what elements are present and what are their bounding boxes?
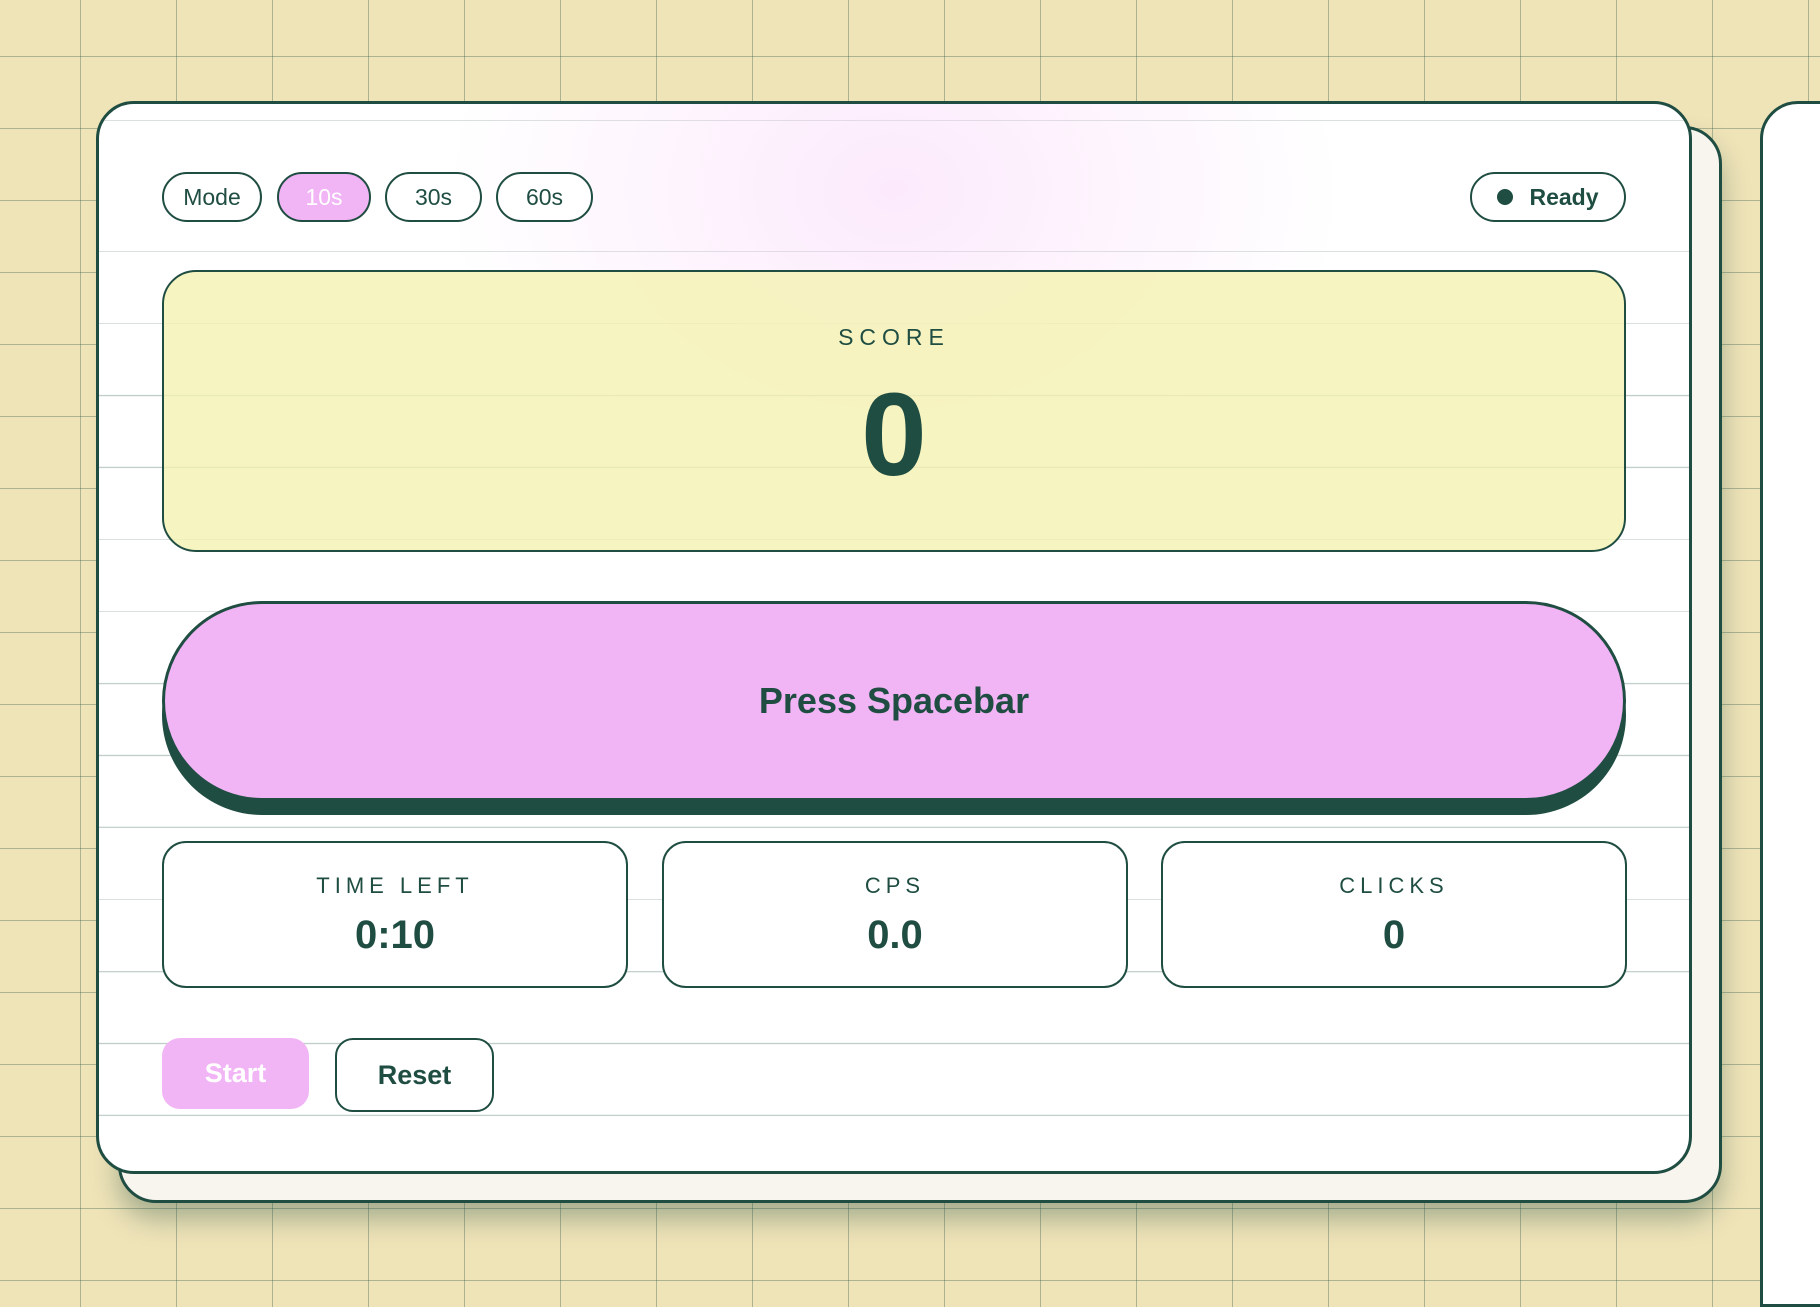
press-spacebar-button[interactable]: Press Spacebar: [162, 601, 1626, 801]
status-dot-icon: [1497, 189, 1514, 205]
time-left-value: 0:10: [354, 913, 436, 957]
clicks-stat: CLICKS 0: [1161, 841, 1627, 988]
score-value: 0: [861, 369, 927, 501]
mode-option-30s[interactable]: 30s: [385, 172, 482, 222]
start-button[interactable]: Start: [162, 1038, 309, 1109]
cps-label: CPS: [864, 873, 926, 898]
mode-label: Mode: [162, 172, 262, 222]
mode-option-60s[interactable]: 60s: [496, 172, 593, 222]
status-badge: Ready: [1470, 172, 1626, 222]
reset-button[interactable]: Reset: [335, 1038, 494, 1112]
side-panel: [1760, 101, 1820, 1307]
clicks-label: CLICKS: [1339, 873, 1449, 898]
clicks-value: 0: [1382, 913, 1406, 957]
score-label: SCORE: [838, 324, 950, 350]
time-left-label: TIME LEFT: [316, 873, 474, 898]
mode-option-10s[interactable]: 10s: [277, 172, 371, 222]
time-left-stat: TIME LEFT 0:10: [162, 841, 628, 988]
score-panel: SCORE 0: [162, 270, 1626, 552]
cps-stat: CPS 0.0: [662, 841, 1128, 988]
status-label: Ready: [1529, 183, 1599, 210]
cps-value: 0.0: [867, 913, 923, 957]
click-speed-card: Mode 10s 30s 60s Ready SCORE 0 Press Spa…: [96, 101, 1692, 1174]
